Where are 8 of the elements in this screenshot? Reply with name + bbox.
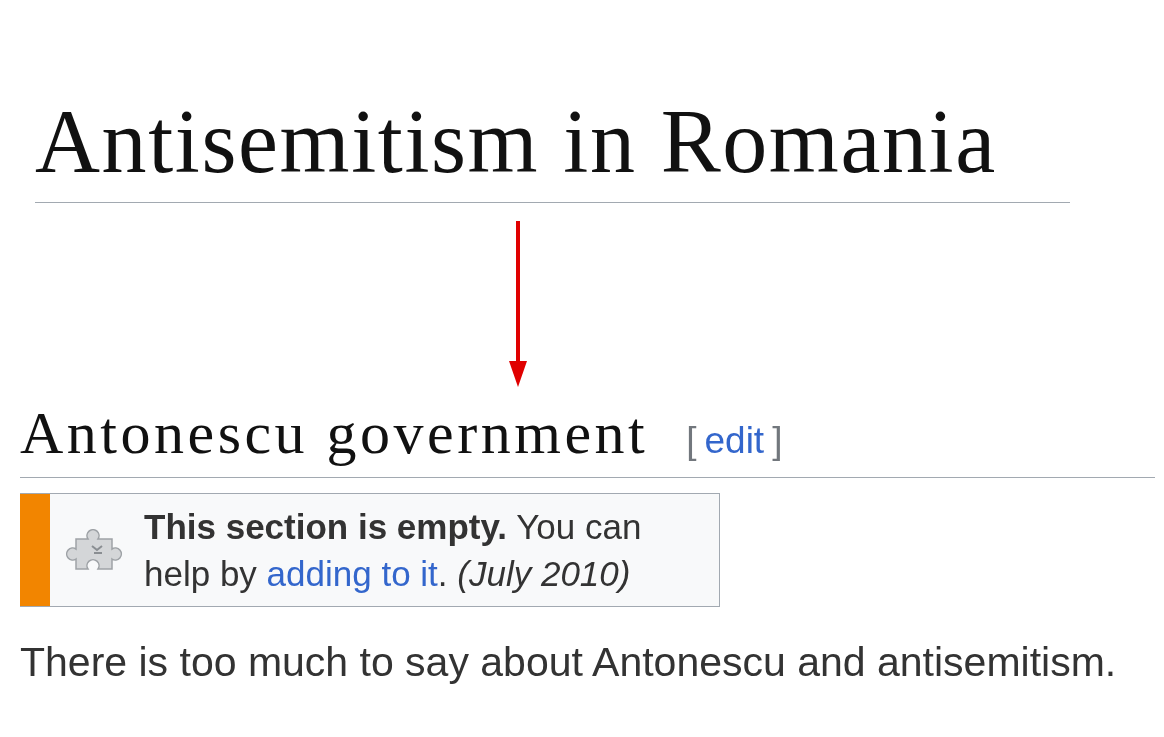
page-title: Antisemitism in Romania: [35, 96, 998, 188]
section-heading: Antonescu government: [20, 401, 649, 465]
notice-text: This section is empty. You can help by adding to it. (July 2010): [144, 506, 643, 595]
edit-link[interactable]: edit: [704, 420, 765, 462]
open-bracket: [: [686, 420, 697, 462]
close-bracket: ]: [772, 420, 783, 462]
body-paragraph: There is too much to say about Antonescu and antisemitism.: [20, 638, 1118, 686]
notice-link[interactable]: adding to it: [266, 554, 438, 593]
